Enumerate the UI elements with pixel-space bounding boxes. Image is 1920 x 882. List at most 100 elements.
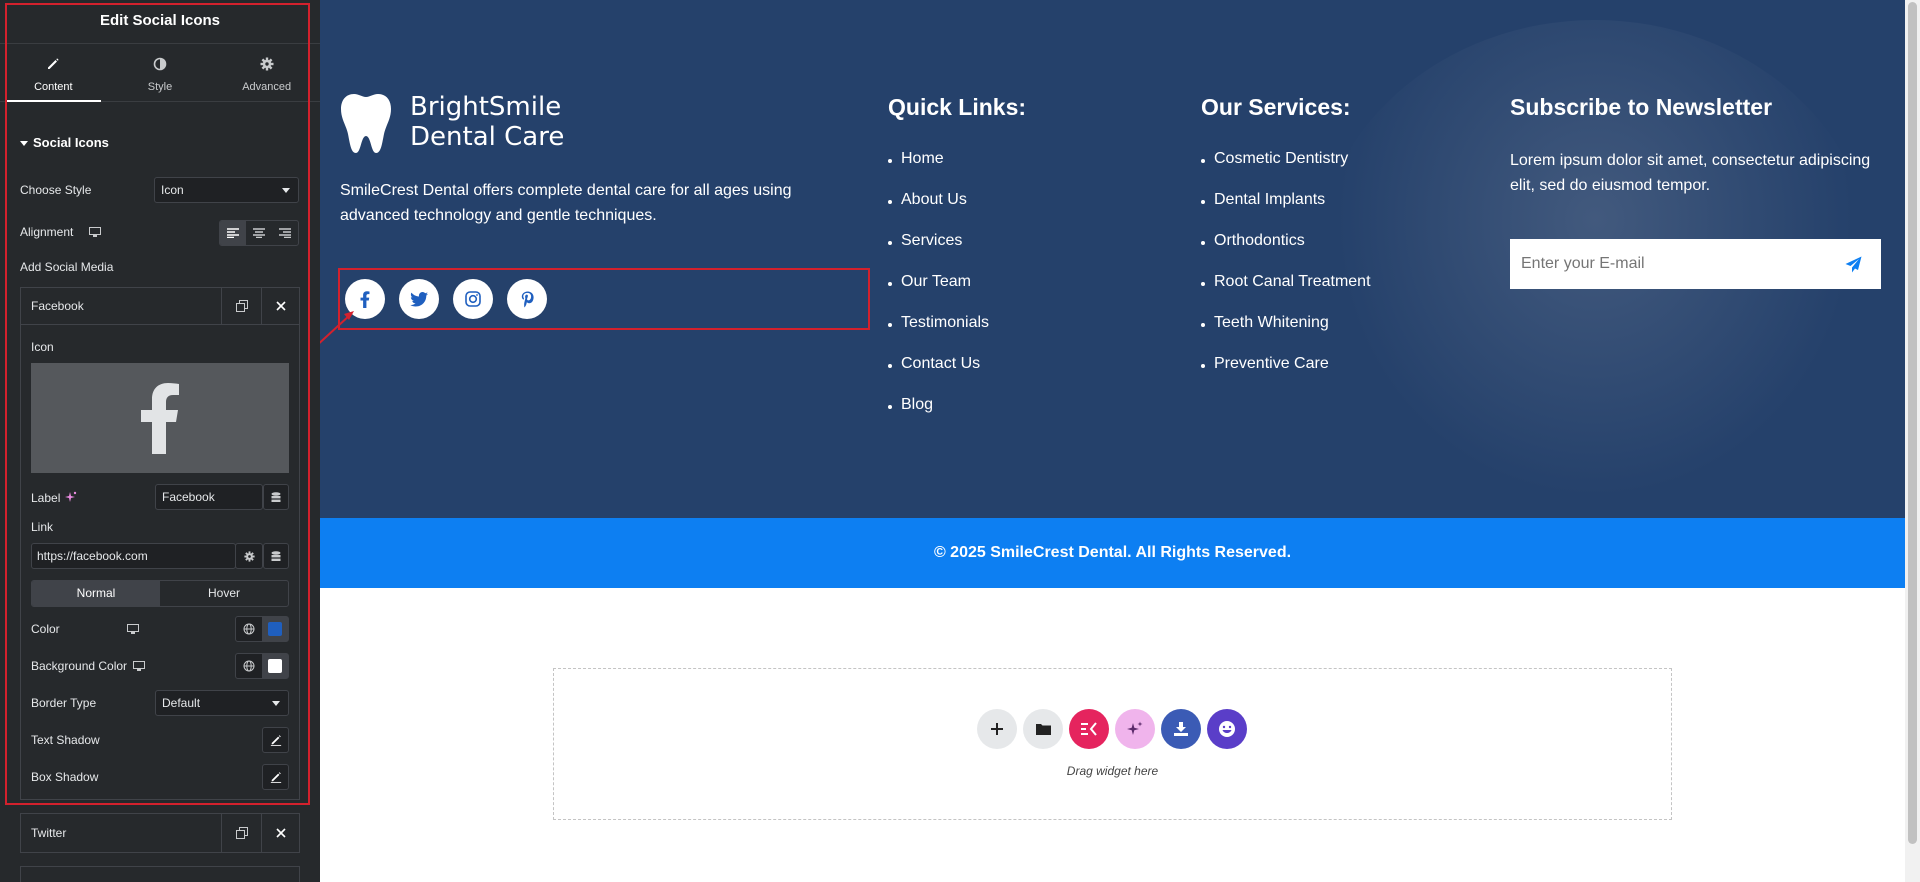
icon-picker[interactable] xyxy=(31,363,289,473)
state-tabs: Normal Hover xyxy=(31,580,289,607)
quick-link-team[interactable]: Our Team xyxy=(888,273,971,291)
text-shadow-edit-pencil-icon[interactable] xyxy=(262,727,289,753)
tab-advanced[interactable]: Advanced xyxy=(213,44,320,101)
folder-icon xyxy=(1035,724,1051,735)
alignment-label: Alignment xyxy=(20,225,74,239)
align-right-icon[interactable] xyxy=(272,221,298,245)
close-icon[interactable] xyxy=(261,814,300,852)
quick-link-about[interactable]: About Us xyxy=(888,191,967,209)
quick-link-testimonials[interactable]: Testimonials xyxy=(887,314,989,332)
desktop-icon[interactable] xyxy=(89,226,101,241)
tab-content[interactable]: Content xyxy=(0,44,107,102)
pencil-icon xyxy=(0,57,107,79)
import-button[interactable] xyxy=(1161,709,1201,749)
add-template-button[interactable] xyxy=(1023,709,1063,749)
state-tab-normal[interactable]: Normal xyxy=(32,581,160,606)
quick-link-home[interactable]: Home xyxy=(888,150,944,168)
ai-button[interactable] xyxy=(1115,709,1155,749)
align-left-icon[interactable] xyxy=(220,221,246,245)
services-list: Cosmetic Dentistry Dental Implants Ortho… xyxy=(1200,150,1434,380)
link-dynamic-tags-icon[interactable] xyxy=(263,543,289,569)
add-section-button[interactable] xyxy=(977,709,1017,749)
globe-icon[interactable] xyxy=(236,654,262,678)
duplicate-icon[interactable] xyxy=(221,288,261,324)
newsletter-title: Subscribe to Newsletter xyxy=(1510,94,1773,120)
border-type-select[interactable]: Default xyxy=(155,690,289,716)
send-button[interactable] xyxy=(1841,252,1865,276)
repeater-item-next[interactable] xyxy=(20,866,300,882)
quick-link-blog[interactable]: Blog xyxy=(887,396,933,414)
tab-advanced-label: Advanced xyxy=(242,81,292,93)
repeater-item-twitter[interactable]: Twitter xyxy=(20,813,300,853)
color-label: Color xyxy=(31,622,60,636)
gear-icon xyxy=(213,57,320,79)
background-color-swatch-fill xyxy=(268,659,282,673)
link-label: Link xyxy=(31,520,54,534)
color-swatch[interactable] xyxy=(262,617,288,641)
ai-sparkle-icon xyxy=(1127,721,1143,735)
choose-style-select[interactable]: Icon xyxy=(154,177,299,203)
page-scrollbar-thumb[interactable] xyxy=(1908,2,1917,844)
add-social-label: Add Social Media xyxy=(20,260,114,274)
desktop-icon[interactable] xyxy=(133,660,145,675)
dynamic-tags-icon[interactable] xyxy=(263,484,289,510)
repeater-item-title: Twitter xyxy=(31,826,67,840)
tab-style-label: Style xyxy=(147,81,173,93)
quick-link-services[interactable]: Services xyxy=(887,232,962,250)
background-color-label: Background Color xyxy=(31,659,128,673)
border-type-value: Default xyxy=(162,696,201,710)
plus-icon xyxy=(991,723,1003,735)
services-title: Our Services: xyxy=(1201,94,1351,120)
quick-link-contact[interactable]: Contact Us xyxy=(887,355,980,373)
text-shadow-label: Text Shadow xyxy=(31,733,100,747)
chevron-down-icon xyxy=(272,701,280,706)
link-input[interactable]: https://facebook.com xyxy=(31,543,236,569)
editor-panel: Edit Social Icons Content Style Advanced… xyxy=(0,0,320,882)
drop-zone-actions xyxy=(977,709,1247,749)
label-input[interactable]: Facebook xyxy=(155,484,263,510)
tab-style[interactable]: Style xyxy=(107,44,214,101)
tab-content-label: Content xyxy=(34,81,73,93)
caret-down-icon xyxy=(20,141,28,147)
copyright-text: © 2025 SmileCrest Dental. All Rights Res… xyxy=(933,544,1292,561)
ai-sparkle-icon[interactable] xyxy=(65,491,77,506)
smile-face-icon xyxy=(1219,721,1235,737)
copyright-bar: © 2025 SmileCrest Dental. All Rights Res… xyxy=(320,518,1905,588)
alignment-control xyxy=(219,220,299,246)
link-input-value: https://facebook.com xyxy=(37,549,148,563)
elementskit-button[interactable] xyxy=(1069,709,1109,749)
facebook-icon xyxy=(141,383,179,454)
service-item[interactable]: Teeth Whitening xyxy=(1201,314,1329,332)
state-tab-hover[interactable]: Hover xyxy=(160,581,288,606)
background-color-swatch[interactable] xyxy=(262,654,288,678)
site-footer: BrightSmile Dental Care SmileCrest Denta… xyxy=(320,0,1905,518)
drop-zone[interactable]: Drag widget here xyxy=(553,668,1672,820)
repeater-item-title: Facebook xyxy=(31,299,84,313)
elementskit-icon xyxy=(1081,722,1097,736)
border-type-label: Border Type xyxy=(31,696,97,710)
box-shadow-edit-pencil-icon[interactable] xyxy=(262,764,289,790)
label-field-label: Label xyxy=(31,491,61,505)
service-item[interactable]: Preventive Care xyxy=(1201,355,1329,373)
icon-label: Icon xyxy=(31,340,54,354)
service-item[interactable]: Cosmetic Dentistry xyxy=(1200,150,1348,168)
newsletter-form xyxy=(1510,239,1881,289)
service-item[interactable]: Orthodontics xyxy=(1201,232,1305,250)
desktop-icon[interactable] xyxy=(127,623,139,638)
service-item[interactable]: Root Canal Treatment xyxy=(1201,273,1371,291)
globe-icon[interactable] xyxy=(236,617,262,641)
service-item[interactable]: Dental Implants xyxy=(1200,191,1325,209)
link-options-gear-icon[interactable] xyxy=(235,543,263,569)
panel-title: Edit Social Icons xyxy=(0,0,320,44)
paper-plane-icon xyxy=(1845,256,1861,272)
panel-tabs: Content Style Advanced xyxy=(0,44,320,102)
align-center-icon[interactable] xyxy=(246,221,272,245)
repeater-item-facebook[interactable]: Facebook xyxy=(20,287,300,325)
email-input[interactable] xyxy=(1510,239,1830,289)
choose-style-label: Choose Style xyxy=(20,183,92,197)
emoji-kit-button[interactable] xyxy=(1207,709,1247,749)
close-icon[interactable] xyxy=(261,288,300,324)
section-social-icons[interactable]: Social Icons xyxy=(20,135,109,150)
duplicate-icon[interactable] xyxy=(221,814,261,852)
choose-style-value: Icon xyxy=(161,183,184,197)
